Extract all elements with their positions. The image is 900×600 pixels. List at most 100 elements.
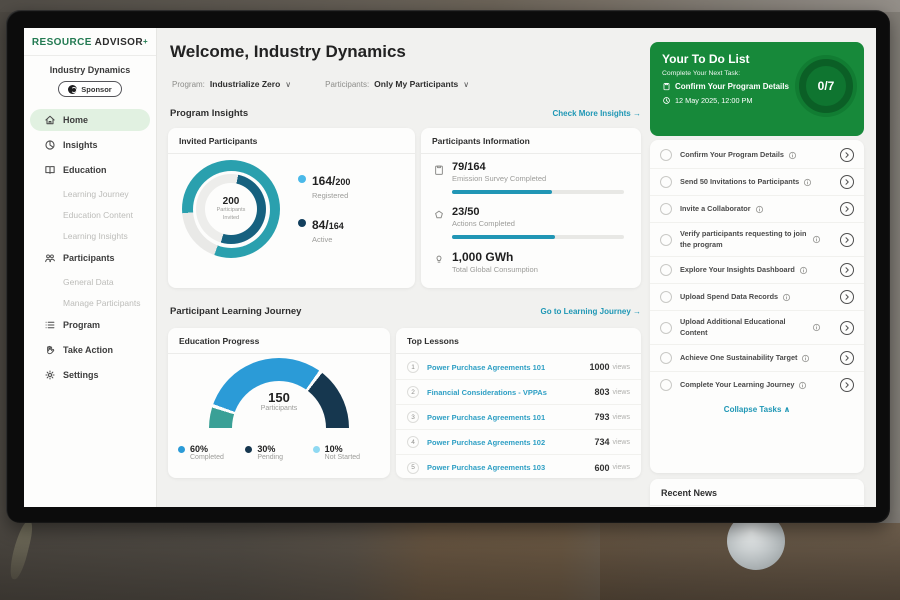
info-icon[interactable] [801, 354, 810, 363]
emission-survey-progress [452, 190, 624, 194]
sidebar-item-take-action[interactable]: Take Action [30, 339, 150, 361]
insights-icon [44, 139, 56, 151]
consumption-stat: 1,000 GWh Total Global Consumption [433, 250, 538, 274]
info-icon[interactable] [788, 151, 797, 160]
todo-progress-counter: 0/7 [799, 59, 853, 113]
info-icon[interactable] [755, 205, 764, 214]
book-icon [44, 164, 56, 176]
info-icon[interactable] [812, 235, 821, 244]
pending-dot [245, 446, 252, 453]
consumption-label: Total Global Consumption [452, 265, 538, 274]
task-checkbox[interactable] [660, 176, 672, 188]
sidebar-item-manage-participants[interactable]: Manage Participants [30, 293, 150, 312]
go-to-learning-journey-link[interactable]: Go to Learning Journey → [444, 307, 641, 316]
task-checkbox[interactable] [660, 352, 672, 364]
invited-participants-title: Invited Participants [168, 128, 415, 154]
sidebar-item-participants[interactable]: Participants [30, 247, 150, 269]
emission-survey-value: 79/164 [452, 161, 546, 173]
sidebar-item-learning-journey[interactable]: Learning Journey [30, 184, 150, 203]
sidebar-item-general-data[interactable]: General Data [30, 272, 150, 291]
logo-plus: + [143, 37, 148, 46]
chevron-up-icon: ∧ [784, 405, 791, 414]
sidebar-item-settings[interactable]: Settings [30, 364, 150, 386]
participants-filter-value: Only My Participants [374, 79, 458, 89]
legend-not-started: 10% Not Started [313, 444, 380, 461]
gauge-center-value: 150 [209, 390, 349, 405]
active-total: 164 [329, 221, 344, 231]
sponsor-badge: Sponsor [58, 81, 122, 97]
todo-due-date: 12 May 2025, 12:00 PM [675, 96, 752, 105]
not-started-dot [313, 446, 320, 453]
chevron-down-icon: ∨ [285, 80, 291, 89]
task-open-button[interactable] [840, 148, 854, 162]
pending-label: Pending [257, 454, 283, 461]
info-icon[interactable] [799, 266, 808, 275]
task-checkbox[interactable] [660, 149, 672, 161]
gauge-center-label: Participants [209, 405, 349, 412]
consumption-value: 1,000 GWh [452, 250, 538, 264]
info-icon[interactable] [782, 293, 791, 302]
sidebar-item-education[interactable]: Education [30, 159, 150, 181]
task-checkbox[interactable] [660, 379, 672, 391]
task-checkbox[interactable] [660, 203, 672, 215]
rank-badge: 5 [407, 462, 419, 474]
emission-survey-stat: 79/164 Emission Survey Completed [433, 161, 546, 183]
task-open-button[interactable] [840, 378, 854, 392]
program-filter-dropdown[interactable]: Program: Industrialize Zero ∨ [172, 79, 291, 89]
lesson-row: 4 Power Purchase Agreements 102 734 view… [396, 430, 641, 455]
check-more-insights-link[interactable]: Check More Insights → [444, 109, 641, 118]
task-open-button[interactable] [840, 321, 854, 335]
registered-dot [298, 175, 306, 183]
task-checkbox[interactable] [660, 291, 672, 303]
program-insights-heading: Program Insights [170, 108, 248, 119]
logo-text-advisor: ADVISOR [95, 37, 143, 48]
hand-action-icon [44, 344, 56, 356]
not-started-pct: 10% [325, 444, 360, 454]
task-label: Upload Spend Data Records [680, 292, 778, 303]
actions-completed-label: Actions Completed [452, 219, 515, 228]
program-filter-value: Industrialize Zero [210, 79, 280, 89]
pending-pct: 30% [257, 444, 283, 454]
task-open-button[interactable] [840, 263, 854, 277]
sidebar-item-learning-insights[interactable]: Learning Insights [30, 226, 150, 245]
collapse-tasks-label: Collapse Tasks [724, 405, 782, 414]
info-icon[interactable] [798, 381, 807, 390]
list-icon [44, 319, 56, 331]
task-label: Complete Your Learning Journey [680, 380, 794, 391]
clock-icon [662, 96, 671, 105]
task-row-confirm-program: Confirm Your Program Details [650, 142, 864, 169]
info-icon[interactable] [812, 323, 821, 332]
task-open-button[interactable] [840, 175, 854, 189]
sidebar-item-insights[interactable]: Insights [30, 134, 150, 156]
lesson-link[interactable]: Power Purchase Agreements 103 [427, 463, 545, 472]
task-open-button[interactable] [840, 202, 854, 216]
todo-header-panel: Your To Do List Complete Your Next Task:… [650, 42, 864, 136]
lesson-link[interactable]: Power Purchase Agreements 101 [427, 363, 545, 372]
invited-participants-card: Invited Participants 200 Participants In… [168, 128, 415, 288]
task-open-button[interactable] [840, 351, 854, 365]
task-open-button[interactable] [840, 290, 854, 304]
sidebar-item-program[interactable]: Program [30, 314, 150, 336]
info-icon[interactable] [803, 178, 812, 187]
actions-completed-progress-fill [452, 235, 555, 239]
arrow-right-icon: → [633, 109, 641, 118]
todo-next-task: Confirm Your Program Details [675, 82, 789, 91]
task-row-verify-participants: Verify participants requesting to join t… [650, 223, 864, 257]
sidebar-item-education-content[interactable]: Education Content [30, 205, 150, 224]
legend-registered: 164/200 Registered [298, 172, 350, 200]
lesson-link[interactable]: Power Purchase Agreements 102 [427, 438, 545, 447]
gauge-legend: 60% Completed 30% Pending 10% Not Starte… [178, 444, 380, 461]
task-label: Achieve One Sustainability Target [680, 353, 797, 364]
task-checkbox[interactable] [660, 322, 672, 334]
lesson-link[interactable]: Power Purchase Agreements 101 [427, 413, 545, 422]
collapse-tasks-link[interactable]: Collapse Tasks ∧ [650, 398, 864, 418]
task-checkbox[interactable] [660, 264, 672, 276]
task-open-button[interactable] [840, 233, 854, 247]
task-checkbox[interactable] [660, 234, 672, 246]
sidebar-item-home[interactable]: Home [30, 109, 150, 131]
task-row-upload-educational-content: Upload Additional Educational Content [650, 311, 864, 345]
registered-label: Registered [312, 191, 350, 200]
participants-filter-dropdown[interactable]: Participants: Only My Participants ∨ [325, 79, 469, 89]
lesson-link[interactable]: Financial Considerations - VPPAs [427, 388, 547, 397]
active-value: 84/ [312, 218, 329, 232]
